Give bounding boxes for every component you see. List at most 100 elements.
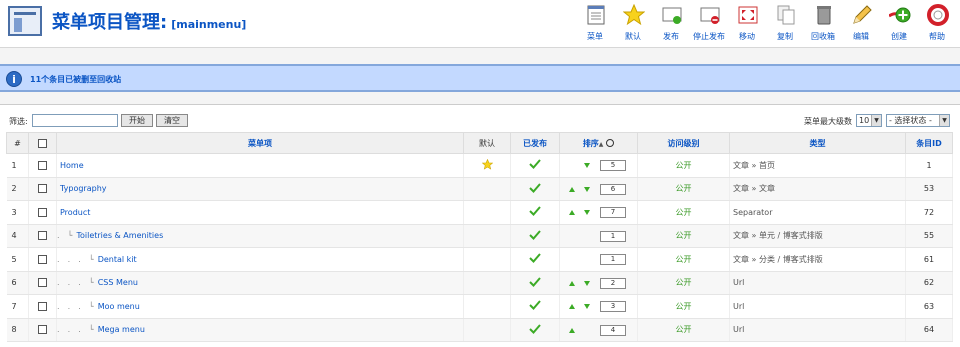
menu-item-link[interactable]: Home bbox=[57, 161, 84, 170]
order-input[interactable]: 4 bbox=[600, 324, 626, 336]
menu-item-link[interactable]: Product bbox=[57, 208, 90, 217]
access-level[interactable]: 公开 bbox=[637, 153, 730, 178]
table-row: 5 . . . └ Dental kit 1 公开 文章 » 分类 / 博客式排版 61 bbox=[6, 247, 953, 272]
row-number: 4 bbox=[6, 224, 29, 248]
row-checkbox[interactable] bbox=[38, 278, 47, 288]
col-select-all bbox=[28, 132, 57, 154]
row-checkbox[interactable] bbox=[38, 207, 47, 217]
toolbar-button-menus[interactable]: 菜单 bbox=[576, 4, 614, 44]
order-input[interactable]: 2 bbox=[600, 277, 626, 289]
access-level[interactable]: 公开 bbox=[637, 318, 730, 342]
item-id: 61 bbox=[905, 247, 953, 272]
move-down-icon[interactable] bbox=[584, 280, 590, 286]
row-number: 1 bbox=[6, 153, 29, 178]
published-check-icon[interactable] bbox=[529, 183, 541, 193]
row-number: 8 bbox=[6, 318, 29, 342]
row-select-cell bbox=[28, 318, 57, 342]
col-type[interactable]: 类型 bbox=[729, 132, 906, 154]
default-cell bbox=[463, 200, 511, 225]
toolbar: 菜单 默认 发布 停止发布 移动 复制 回收箱 编辑 创建 帮助 bbox=[576, 3, 956, 44]
menu-item-link[interactable]: Toiletries & Amenities bbox=[73, 231, 163, 240]
published-check-icon[interactable] bbox=[529, 253, 541, 264]
menu-item-link[interactable]: CSS Menu bbox=[95, 278, 138, 287]
max-levels-select[interactable]: 10 ▼ bbox=[856, 114, 882, 127]
move-up-icon[interactable] bbox=[569, 280, 575, 286]
toolbar-button-new[interactable]: 创建 bbox=[880, 4, 918, 44]
filter-label: 筛选: bbox=[9, 117, 28, 126]
access-level[interactable]: 公开 bbox=[637, 177, 730, 201]
filter-input[interactable] bbox=[32, 114, 118, 127]
toolbar-button-help[interactable]: 帮助 bbox=[918, 4, 956, 44]
row-checkbox[interactable] bbox=[38, 254, 47, 264]
row-number: 6 bbox=[6, 271, 29, 295]
order-cell: 6 bbox=[559, 177, 638, 201]
move-up-icon[interactable] bbox=[569, 186, 575, 192]
move-down-icon[interactable] bbox=[584, 304, 590, 309]
col-order[interactable]: 排序▲ bbox=[559, 132, 638, 154]
move-down-icon[interactable] bbox=[584, 163, 590, 168]
state-filter-select[interactable]: - 选择状态 - ▼ bbox=[886, 114, 950, 127]
order-input[interactable]: 3 bbox=[600, 301, 626, 312]
table-row: 3 Product 7 公开 Separator 72 bbox=[6, 200, 953, 225]
published-check-icon[interactable] bbox=[529, 159, 541, 170]
go-button[interactable]: 开始 bbox=[121, 114, 153, 127]
move-down-icon[interactable] bbox=[584, 210, 590, 215]
order-input[interactable]: 6 bbox=[600, 183, 626, 195]
save-order-icon[interactable] bbox=[606, 139, 615, 147]
move-up-icon[interactable] bbox=[569, 304, 575, 309]
max-levels-label: 菜单最大级数 bbox=[804, 117, 852, 126]
table-row: 4 . └ Toiletries & Amenities 1 公开 文章 » 单元 / 博… bbox=[6, 224, 953, 248]
row-checkbox[interactable] bbox=[38, 231, 47, 241]
access-level[interactable]: 公开 bbox=[637, 271, 730, 295]
published-check-icon[interactable] bbox=[529, 277, 541, 287]
order-input[interactable]: 7 bbox=[600, 207, 626, 218]
toolbar-button-move[interactable]: 移动 bbox=[728, 4, 766, 44]
menu-item-link[interactable]: Dental kit bbox=[95, 255, 137, 264]
toolbar-button-unpublish[interactable]: 停止发布 bbox=[690, 4, 728, 44]
row-checkbox[interactable] bbox=[38, 184, 47, 194]
published-check-icon[interactable] bbox=[529, 300, 541, 311]
menu-items-table: # 菜单项 默认 已发布 排序▲ 访问级别 类型 条目ID 1 Home 5 公开 文章… bbox=[6, 132, 953, 342]
row-number: 2 bbox=[6, 177, 29, 201]
move-down-icon[interactable] bbox=[584, 186, 590, 192]
toolbar-button-publish[interactable]: 发布 bbox=[652, 4, 690, 44]
col-access[interactable]: 访问级别 bbox=[637, 132, 730, 154]
menu-item-link[interactable]: Typography bbox=[57, 184, 107, 193]
menu-item-link[interactable]: Moo menu bbox=[95, 302, 140, 311]
col-published[interactable]: 已发布 bbox=[510, 132, 560, 154]
row-checkbox[interactable] bbox=[38, 325, 47, 335]
select-all-checkbox[interactable] bbox=[38, 138, 47, 148]
reset-button[interactable]: 清空 bbox=[156, 114, 188, 127]
access-level[interactable]: 公开 bbox=[637, 224, 730, 248]
toolbar-button-edit[interactable]: 编辑 bbox=[842, 4, 880, 44]
published-check-icon[interactable] bbox=[529, 230, 541, 240]
default-star-icon[interactable] bbox=[481, 158, 493, 172]
col-menu-item[interactable]: 菜单项 bbox=[56, 132, 464, 154]
move-up-icon[interactable] bbox=[569, 327, 575, 333]
col-default: 默认 bbox=[463, 132, 511, 154]
row-checkbox[interactable] bbox=[38, 301, 47, 311]
row-checkbox[interactable] bbox=[38, 160, 47, 170]
toolbar-button-copy[interactable]: 复制 bbox=[766, 4, 804, 44]
order-input[interactable]: 1 bbox=[600, 254, 626, 265]
toolbar-button-trash[interactable]: 回收箱 bbox=[804, 4, 842, 44]
access-level[interactable]: 公开 bbox=[637, 294, 730, 319]
toolbar-button-default-star[interactable]: 默认 bbox=[614, 3, 652, 44]
move-icon bbox=[737, 4, 759, 26]
row-number: 5 bbox=[6, 247, 29, 272]
published-check-icon[interactable] bbox=[529, 324, 541, 334]
order-cell: 7 bbox=[559, 200, 638, 225]
access-level[interactable]: 公开 bbox=[637, 247, 730, 272]
order-input[interactable]: 5 bbox=[600, 160, 626, 171]
new-icon bbox=[888, 4, 911, 26]
col-order-label: 排序 bbox=[582, 138, 599, 148]
col-id[interactable]: 条目ID bbox=[905, 132, 953, 154]
published-check-icon[interactable] bbox=[529, 206, 541, 217]
table-row: 6 . . . └ CSS Menu 2 公开 Url 62 bbox=[6, 271, 953, 295]
menu-item-type: Url bbox=[729, 271, 906, 295]
move-up-icon[interactable] bbox=[569, 210, 575, 215]
table-row: 2 Typography 6 公开 文章 » 文章 53 bbox=[6, 177, 953, 201]
order-input[interactable]: 1 bbox=[600, 230, 626, 242]
access-level[interactable]: 公开 bbox=[637, 200, 730, 225]
menu-item-link[interactable]: Mega menu bbox=[95, 325, 145, 334]
